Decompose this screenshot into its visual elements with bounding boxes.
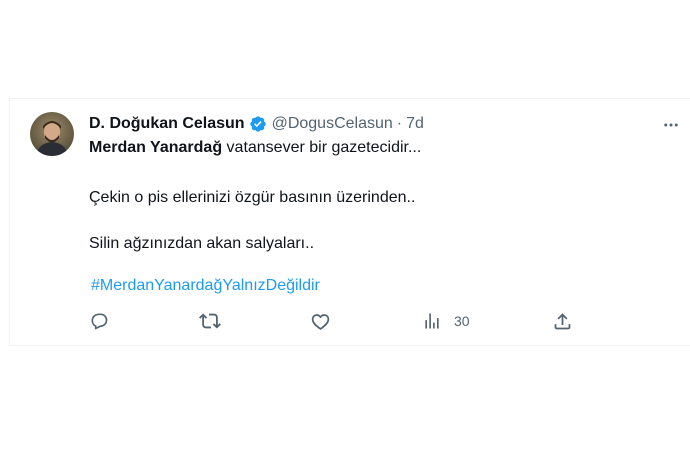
author-handle[interactable]: @DogusCelasun [272,115,393,133]
tweet-line-1: Merdan Yanardağ vatansever bir gazetecid… [89,138,421,158]
views-icon [425,313,439,329]
retweet-button[interactable] [199,310,221,332]
share-button[interactable] [552,310,573,332]
author-display-name[interactable]: D. Doğukan Celasun [89,115,245,133]
avatar[interactable] [30,112,74,156]
separator-dot: · [396,115,403,132]
mention-bold-name: Merdan Yanardağ [89,139,223,156]
tweet-line-2: Çekin o pis ellerinizi özgür basının üze… [89,189,416,206]
tweet-actions: 30 [89,310,571,332]
more-options-button[interactable] [661,115,681,135]
reply-icon [91,313,108,330]
share-icon [554,312,571,329]
tweet-header: D. Doğukan Celasun @DogusCelasun · 7d [89,114,424,134]
avatar-image [30,112,74,156]
hashtag-link[interactable]: #MerdanYanardağYalnızDeğildir [91,276,320,296]
views-count: 30 [454,313,470,329]
verified-badge-icon [249,115,267,133]
reply-button[interactable] [89,310,109,332]
views-button[interactable]: 30 [422,310,470,332]
retweet-icon [199,313,221,329]
tweet-line-1-rest: vatansever bir gazetecidir... [222,139,422,156]
tweet-timestamp[interactable]: 7d [406,115,424,133]
tweet-line-3: Silin ağzınızdan akan salyaları.. [89,235,315,252]
tweet-card[interactable]: D. Doğukan Celasun @DogusCelasun · 7d Me… [9,98,690,346]
heart-icon [311,313,330,330]
more-icon [664,123,678,127]
like-button[interactable] [310,310,331,332]
